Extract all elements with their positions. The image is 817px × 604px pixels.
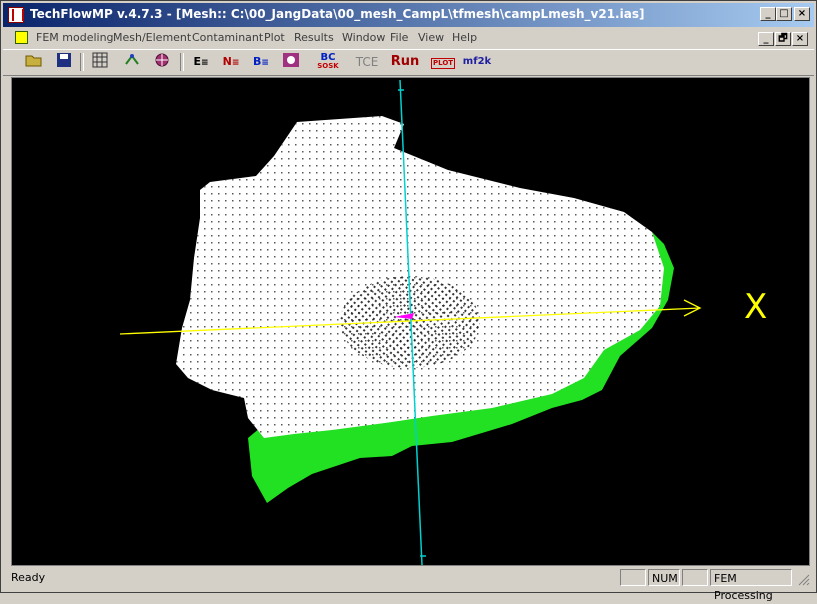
- globe-icon: [155, 53, 169, 67]
- status-pane-empty: [620, 569, 646, 586]
- list-lines-icon: ≡: [231, 58, 240, 68]
- menu-results[interactable]: Results: [294, 31, 334, 44]
- maximize-button[interactable]: □: [776, 7, 792, 21]
- run-button[interactable]: Run: [390, 52, 420, 72]
- grid-button[interactable]: [89, 52, 111, 72]
- target-button[interactable]: [280, 52, 302, 72]
- open-folder-icon: [25, 55, 42, 67]
- list-lines-icon: ≡: [200, 58, 209, 68]
- child-minimize-button[interactable]: _: [758, 32, 774, 46]
- grid-icon: [92, 52, 108, 68]
- menu-file[interactable]: File: [390, 31, 408, 44]
- menu-contaminant[interactable]: Contaminant: [192, 31, 263, 44]
- menu-fem-modeling[interactable]: FEM modeling: [36, 31, 114, 44]
- bc-label: BC: [320, 52, 336, 63]
- status-num: NUM: [648, 569, 680, 586]
- menu-bar: FEM modeling Mesh/Element Contaminant Pl…: [3, 28, 814, 48]
- plot-label: PLOT: [431, 58, 456, 69]
- b-button[interactable]: B≡: [249, 52, 273, 72]
- status-text: Ready: [11, 571, 46, 584]
- open-button[interactable]: [23, 52, 45, 72]
- status-bar: Ready NUM FEM Processing: [3, 567, 814, 602]
- menu-view[interactable]: View: [418, 31, 444, 44]
- application-window: TechFlowMP v.4.7.3 - [Mesh:: C:\00_JangD…: [0, 0, 817, 602]
- document-icon[interactable]: [15, 31, 28, 44]
- status-pane-empty: [682, 569, 708, 586]
- n-label: N: [222, 55, 232, 68]
- save-button[interactable]: [53, 52, 75, 72]
- mf2k-button[interactable]: mf2k: [462, 52, 492, 72]
- resize-grip-icon[interactable]: [798, 574, 810, 586]
- connect-button[interactable]: [121, 52, 143, 72]
- mesh-viewport[interactable]: X: [11, 77, 810, 566]
- mesh-canvas[interactable]: X: [12, 78, 809, 565]
- floppy-disk-icon: [57, 53, 71, 67]
- node-link-icon: [125, 54, 139, 65]
- window-title: TechFlowMP v.4.7.3 - [Mesh:: C:\00_JangD…: [30, 7, 645, 21]
- target-icon: [283, 53, 299, 67]
- menu-window[interactable]: Window: [342, 31, 385, 44]
- minimize-button[interactable]: _: [760, 7, 776, 21]
- status-mode: FEM Processing: [710, 569, 792, 602]
- toolbar: E≡ N≡ B≡ BC SOSK TCE Run PLOT mf2k: [3, 49, 814, 76]
- bc-sub-label: SOSK: [317, 62, 339, 70]
- menu-mesh-element[interactable]: Mesh/Element: [113, 31, 191, 44]
- list-lines-icon: ≡: [261, 58, 269, 68]
- n-button[interactable]: N≡: [219, 52, 243, 72]
- tce-button[interactable]: TCE: [353, 52, 381, 72]
- app-icon[interactable]: [8, 7, 24, 23]
- plot-button[interactable]: PLOT: [431, 52, 456, 72]
- bc-button[interactable]: BC SOSK: [315, 52, 341, 73]
- e-label: E: [193, 55, 201, 68]
- toolbar-separator: [80, 53, 84, 71]
- close-button[interactable]: ×: [794, 7, 810, 21]
- e-button[interactable]: E≡: [189, 52, 213, 72]
- menu-plot[interactable]: Plot: [264, 31, 285, 44]
- toolbar-separator: [180, 53, 184, 71]
- globe-button[interactable]: [151, 52, 173, 72]
- menu-help[interactable]: Help: [452, 31, 477, 44]
- child-restore-button[interactable]: 🗗: [775, 32, 791, 46]
- child-close-button[interactable]: ×: [792, 32, 808, 46]
- x-axis-label: X: [744, 287, 767, 327]
- title-bar[interactable]: TechFlowMP v.4.7.3 - [Mesh:: C:\00_JangD…: [3, 3, 814, 27]
